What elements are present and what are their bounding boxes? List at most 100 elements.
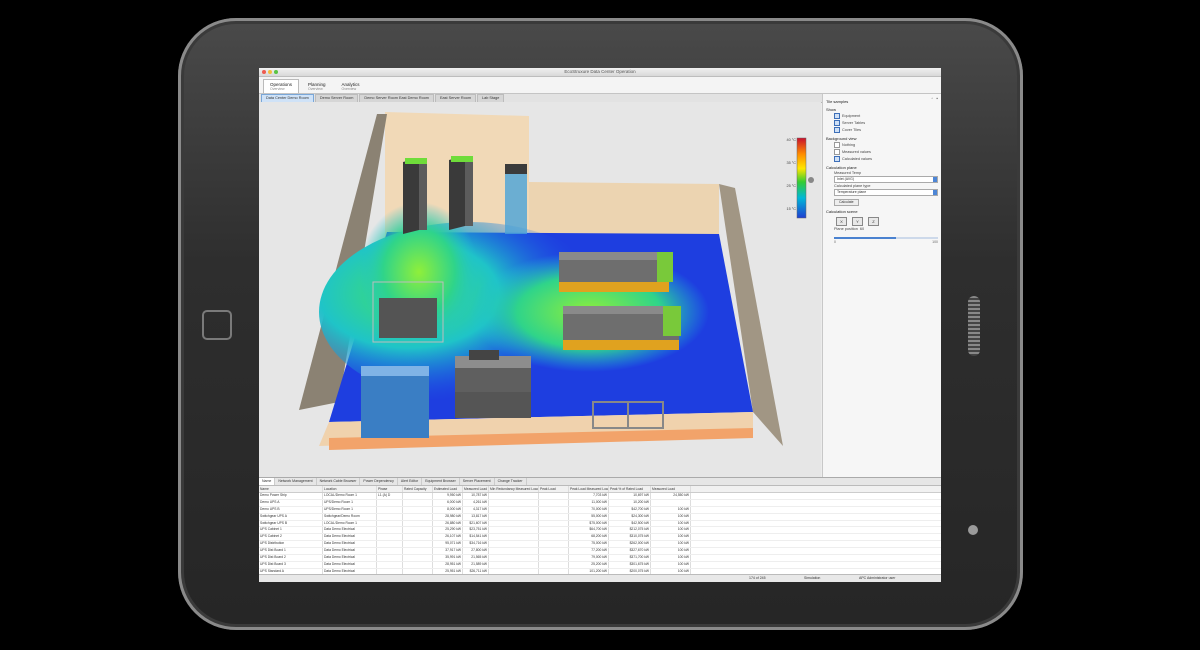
table-cell: $14,541 kW xyxy=(463,534,489,541)
panel-option[interactable]: Server Tables xyxy=(826,120,938,126)
panel-option[interactable]: Cover Tiles xyxy=(826,127,938,133)
bottom-tab[interactable]: Server Placement xyxy=(460,478,495,485)
table-cell: Switchgear UPS B xyxy=(259,520,323,527)
table-cell xyxy=(403,534,433,541)
panel-section-title[interactable]: Calculation plane xyxy=(826,165,938,170)
select-value: Temperature plane xyxy=(837,190,867,194)
table-cell: Data Demo Electrical xyxy=(323,548,377,555)
bottom-tab[interactable]: Network Cable Browser xyxy=(317,478,361,485)
table-cell xyxy=(403,499,433,506)
table-cell: 95,071 kW xyxy=(433,541,463,548)
table-cell: 11,000 kW xyxy=(569,499,609,506)
table-cell: 100 kW xyxy=(651,520,691,527)
bottom-tab[interactable]: Equipment Browser xyxy=(422,478,460,485)
table-cell xyxy=(489,499,539,506)
table-row[interactable]: UPS Dist Board 2 Data Demo Electrical 35,9… xyxy=(259,555,941,562)
table-row[interactable]: Switchgear UPS A Switchgear/Demo Room 28,9… xyxy=(259,513,941,521)
home-button[interactable] xyxy=(202,310,232,340)
calc-select[interactable]: Temperature plane xyxy=(834,189,938,196)
column-header[interactable]: Measured Load xyxy=(651,486,691,492)
table-cell: $310,075 kW xyxy=(609,534,651,541)
column-header[interactable]: Name xyxy=(259,486,323,492)
table-cell xyxy=(539,513,569,520)
column-header[interactable]: Estimated Load xyxy=(433,486,463,492)
checkbox[interactable] xyxy=(834,156,840,162)
table-cell xyxy=(377,499,403,506)
panel-option[interactable]: Measured values xyxy=(826,149,938,155)
column-header[interactable]: Measured Load xyxy=(463,486,489,492)
table-row[interactable]: Demo Power Strip LOCAL/Demo Room 1 L1 (A) … xyxy=(259,493,941,500)
select-value: Inlet (AVG) xyxy=(837,177,855,181)
plane-position-slider[interactable] xyxy=(834,237,938,239)
bottom-tab[interactable]: Network Management xyxy=(275,478,317,485)
bottom-tab[interactable]: Power Dependency xyxy=(360,478,398,485)
table-row[interactable]: Demo UPS B UPS/Demo Room 1 8,000 kW 4,317 k… xyxy=(259,506,941,514)
checkbox[interactable] xyxy=(834,113,840,119)
table-cell xyxy=(539,561,569,568)
panel-section-title[interactable]: Tile samples xyxy=(826,99,938,104)
plane-y-icon[interactable]: Y xyxy=(852,217,863,226)
table-row[interactable]: Switchgear UPS B LOCAL/Demo Room 1 26,880 … xyxy=(259,520,941,528)
table-cell xyxy=(539,520,569,527)
plane-position-value: 60 xyxy=(859,227,865,231)
checkbox[interactable] xyxy=(834,127,840,133)
table-cell: L1 (A) D xyxy=(377,493,403,499)
table-cell: 24,550 kW xyxy=(651,493,691,499)
bottom-tab[interactable]: Alert Editor xyxy=(398,478,423,485)
option-label: Calculated values xyxy=(842,157,872,161)
table-cell xyxy=(377,548,403,555)
table-cell: 13,817 kW xyxy=(463,513,489,520)
pin-icon[interactable]: ▪ xyxy=(936,96,938,102)
bottom-tab[interactable]: Change Tracker xyxy=(495,478,527,485)
table-row[interactable]: UPS Cabinet 2 Data Demo Electrical 26,107 … xyxy=(259,534,941,542)
table-cell: 6,000 kW xyxy=(433,499,463,506)
status-user: APC Administrator user xyxy=(859,576,896,580)
column-header[interactable]: Peak Load xyxy=(539,486,569,492)
status-mode: Simulation xyxy=(804,576,821,580)
panel-section-title[interactable]: Background view xyxy=(826,136,938,141)
column-header[interactable]: Phase xyxy=(377,486,403,492)
checkbox[interactable] xyxy=(834,142,840,148)
minimize-panel-icon[interactable]: ▫ xyxy=(931,96,933,102)
plane-x-icon[interactable]: X xyxy=(836,217,847,226)
panel-toolbar: ▫ ▪ xyxy=(931,96,938,102)
table-row[interactable]: UPS Dist Board 3 Data Demo Electrical 28,9… xyxy=(259,561,941,569)
column-header[interactable]: Location xyxy=(323,486,377,492)
table-cell xyxy=(489,541,539,548)
table-cell: 10,697 kW xyxy=(609,493,651,499)
column-header[interactable]: Peak % of Rated Load xyxy=(609,486,651,492)
panel-option[interactable]: Calculated values xyxy=(826,156,938,162)
panel-section-title[interactable]: Show xyxy=(826,107,938,112)
table-cell: 35,991 kW xyxy=(433,555,463,561)
table-cell: $371,700 kW xyxy=(609,555,651,561)
plane-z-icon[interactable]: Z xyxy=(868,217,879,226)
table-row[interactable]: UPS Cabinet 1 Data Demo Electrical 25,290 … xyxy=(259,527,941,535)
checkbox[interactable] xyxy=(834,120,840,126)
measured-select[interactable]: Inlet (AVG) xyxy=(834,176,938,183)
tab-operations[interactable]: Operations Overview xyxy=(263,79,300,93)
table-cell: 100 kW xyxy=(651,534,691,541)
table-cell: 26,107 kW xyxy=(433,534,463,541)
panel-option[interactable]: Equipment xyxy=(826,113,938,119)
table-cell: UPS/Demo Room 1 xyxy=(323,506,377,513)
table-row[interactable]: UPS Distribution Data Demo Electrical 95,0… xyxy=(259,541,941,549)
table-row[interactable]: UPS Dist Board 1 Data Demo Electrical 37,9… xyxy=(259,548,941,556)
table-cell xyxy=(489,493,539,499)
table-cell: UPS/Demo Room 1 xyxy=(323,499,377,506)
table-cell: 21,589 kW xyxy=(463,561,489,568)
column-header[interactable]: Rated Capacity xyxy=(403,486,433,492)
checkbox[interactable] xyxy=(834,149,840,155)
legend-handle[interactable] xyxy=(808,177,814,183)
3d-room-viewport[interactable]: 40 °C 35 °C 25 °C 15 °C xyxy=(259,102,821,506)
bottom-tab[interactable]: Name xyxy=(259,478,276,485)
tab-analytics[interactable]: Analytics Overview xyxy=(335,79,367,93)
column-header[interactable]: Peak Load Measured Load xyxy=(569,486,609,492)
table-cell xyxy=(403,555,433,561)
panel-option[interactable]: Nothing xyxy=(826,142,938,148)
table-cell: Demo UPS B xyxy=(259,506,323,513)
tab-planning[interactable]: Planning Overview xyxy=(301,79,333,93)
table-row[interactable]: Demo UPS A UPS/Demo Room 1 6,000 kW 4,261 k… xyxy=(259,499,941,507)
table-cell: $64,700 kW xyxy=(569,527,609,534)
calculate-button[interactable]: Calculate xyxy=(834,199,859,206)
column-header[interactable]: Min Redundancy Measured Load xyxy=(489,486,539,492)
